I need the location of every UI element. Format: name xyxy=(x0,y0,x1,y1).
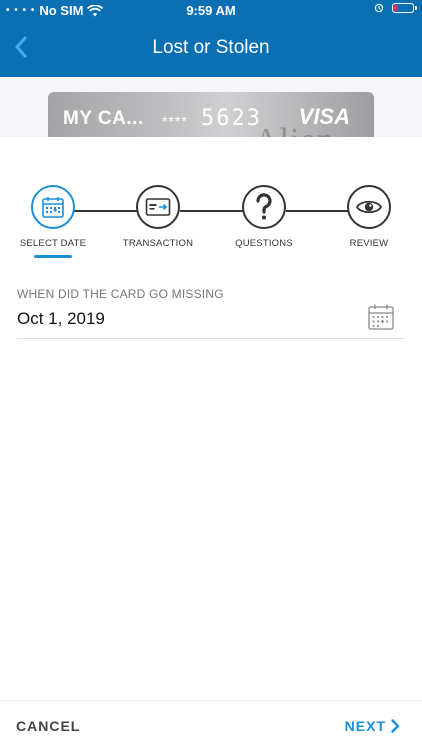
date-picker-button[interactable] xyxy=(366,302,396,332)
card-number-mask: **** xyxy=(162,113,188,129)
card-transfer-icon xyxy=(145,198,171,216)
credit-card: Alien MY CA... **** 5623 VISA xyxy=(48,92,374,137)
battery-icon xyxy=(392,3,417,13)
header: • • • • No SIM 9:59 AM Lost or Stolen xyxy=(0,0,422,77)
next-button[interactable]: NEXT xyxy=(345,718,400,734)
step-circle xyxy=(242,185,286,229)
lost-stolen-screen: • • • • No SIM 9:59 AM Lost or Stolen MY… xyxy=(0,0,422,750)
next-button-label: NEXT xyxy=(344,718,386,734)
battery-level xyxy=(394,5,397,11)
calendar-icon xyxy=(42,197,64,218)
step-label: QUESTIONS xyxy=(235,238,293,249)
step-circle xyxy=(347,185,391,229)
alarm-icon xyxy=(374,3,384,13)
step-label: SELECT DATE xyxy=(19,238,87,249)
step-transaction[interactable]: TRANSACTION xyxy=(108,185,208,249)
step-circle xyxy=(31,185,75,229)
eye-icon xyxy=(355,200,383,214)
date-field-value[interactable]: Oct 1, 2019 xyxy=(17,309,105,329)
step-questions[interactable]: QUESTIONS xyxy=(214,185,314,249)
card-name: MY CA... xyxy=(63,108,144,129)
status-bar: • • • • No SIM 9:59 AM xyxy=(0,0,422,20)
field-divider xyxy=(17,338,405,339)
date-field-label: WHEN DID THE CARD GO MISSING xyxy=(17,287,224,301)
footer-actions: CANCEL NEXT xyxy=(0,700,422,750)
card-brand-logo: VISA xyxy=(298,104,350,129)
card-strip: Alien MY CA... **** 5623 VISA xyxy=(0,77,422,137)
chevron-right-icon xyxy=(391,719,400,733)
cancel-button[interactable]: CANCEL xyxy=(16,718,80,734)
status-right xyxy=(374,3,417,13)
step-label: TRANSACTION xyxy=(122,238,194,249)
step-circle xyxy=(136,185,180,229)
progress-stepper: SELECT DATE TRANSACTION QUESTIONS REVIEW xyxy=(0,185,422,265)
step-select-date[interactable]: SELECT DATE xyxy=(3,185,103,258)
page-title: Lost or Stolen xyxy=(152,37,270,58)
status-time: 9:59 AM xyxy=(186,3,236,18)
calendar-icon xyxy=(368,304,394,330)
step-label: REVIEW xyxy=(349,238,389,249)
step-review[interactable]: REVIEW xyxy=(319,185,419,249)
question-mark-icon xyxy=(256,193,272,220)
card-last-digits: 5623 xyxy=(201,106,262,131)
active-step-indicator xyxy=(34,255,72,258)
